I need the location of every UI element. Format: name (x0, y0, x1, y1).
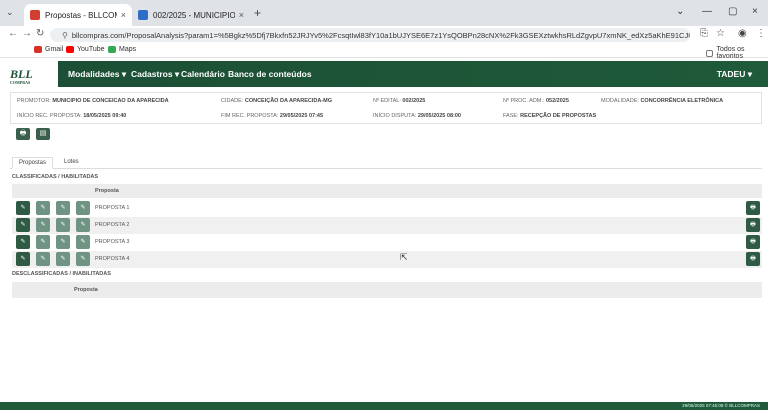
proposta-label: PROPOSTA 2 (95, 222, 130, 228)
edit-icon[interactable]: ✎ (76, 252, 90, 266)
tab-favicon (138, 10, 148, 20)
inicio-disputa-field: INÍCIO DISPUTA: 29/05/2025 08:00 (373, 113, 461, 119)
maximize-button[interactable]: ▢ (728, 6, 737, 17)
menu-banco-conteudos[interactable]: Banco de conteúdos (228, 69, 312, 79)
logo-subtext: COMPRAS (10, 80, 31, 85)
modalidade-field: MODALIDADE: CONCORRÊNCIA ELETRÔNICA (601, 98, 724, 104)
edit-icon[interactable]: ✎ (16, 201, 30, 215)
process-info-panel: PROMOTOR: MUNICIPIO DE CONCEICAO DA APAR… (10, 92, 762, 124)
print-icon[interactable]: 🖶 (746, 201, 760, 215)
menu-modalidades[interactable]: Modalidades ▾ (68, 69, 126, 80)
table-row: ✎ ✎ ✎ ✎ PROPOSTA 3 🖶 (12, 234, 762, 251)
user-menu[interactable]: TADEU ▾ (717, 69, 752, 80)
bookmark-maps[interactable]: Maps (108, 46, 136, 53)
fim-rec-field: FIM REC. PROPOSTA: 29/05/2025 07:45 (221, 113, 324, 119)
edit-icon[interactable]: ✎ (76, 218, 90, 232)
bookmark-youtube[interactable]: YouTube (66, 46, 105, 53)
tab-propostas[interactable]: Propostas (12, 157, 54, 169)
new-tab-button[interactable]: + (254, 6, 261, 20)
bookmark-label: YouTube (77, 46, 105, 53)
bookmark-star-icon[interactable]: ☆ (716, 28, 725, 39)
footer-bar: 29/05/2025 07:45:08 © BLLCOMPRAS (0, 402, 768, 410)
minimize-button[interactable]: — (702, 6, 712, 17)
window-close-button[interactable]: × (752, 6, 758, 17)
tab-close-icon[interactable]: × (121, 10, 126, 20)
bookmark-label: Maps (119, 46, 137, 53)
all-bookmarks[interactable]: Todos os favoritos (706, 46, 768, 60)
proposta-label: PROPOSTA 4 (95, 256, 130, 262)
site-info-icon[interactable]: ⚲ (62, 31, 68, 40)
tab-favicon (30, 10, 40, 20)
proposta-column-header: Proposta (95, 188, 119, 194)
edit-icon[interactable]: ✎ (16, 218, 30, 232)
back-button[interactable]: ← (8, 28, 18, 39)
profile-icon[interactable]: ◉ (738, 28, 747, 39)
print-icon[interactable]: 🖶 (746, 252, 760, 266)
forward-button[interactable]: → (22, 28, 32, 39)
bookmark-label: Gmail (45, 46, 64, 53)
fase-field: FASE: RECEPÇÃO DE PROPOSTAS (503, 113, 597, 119)
browser-tab-edital[interactable]: 002/2025 - MUNICIPIO DE CO × (132, 4, 250, 26)
table-row: ✎ ✎ ✎ ✎ PROPOSTA 4 🖶 (12, 251, 762, 268)
tab-title: 002/2025 - MUNICIPIO DE CO (153, 10, 235, 20)
youtube-icon (66, 46, 74, 53)
menu-cadastros[interactable]: Cadastros ▾ (131, 69, 179, 80)
address-bar-row: ← → ↻ ⚲ bllcompras.com/ProposalAnalysis?… (0, 26, 768, 44)
classificadas-title: CLASSIFICADAS / HABILITADAS (12, 174, 99, 180)
edital-field: Nº EDITAL: 002/2025 (373, 98, 426, 104)
promotor-field: PROMOTOR: MUNICIPIO DE CONCEICAO DA APAR… (17, 98, 169, 104)
edit-icon[interactable]: ✎ (36, 201, 50, 215)
proposta-label: PROPOSTA 3 (95, 239, 130, 245)
inicio-rec-field: INÍCIO REC. PROPOSTA: 18/05/2025 09:40 (17, 113, 127, 119)
maps-icon (108, 46, 116, 53)
edit-icon[interactable]: ✎ (36, 235, 50, 249)
print-icon[interactable]: 🖶 (746, 218, 760, 232)
browser-tab-propostas[interactable]: Propostas - BLLCOMPRAS × (24, 4, 132, 26)
desclassificadas-header: Proposta (12, 282, 762, 298)
site-navbar: BLL COMPRAS Modalidades ▾ Cadastros ▾ Ca… (0, 61, 768, 87)
tab-title: Propostas - BLLCOMPRAS (45, 10, 117, 20)
reload-button[interactable]: ↻ (36, 28, 44, 39)
mouse-cursor-icon: ⇱ (400, 252, 408, 262)
bll-logo[interactable]: BLL COMPRAS (10, 67, 33, 85)
subtabs: Propostas Lotes (10, 155, 762, 169)
logo-text: BLL (10, 67, 33, 81)
table-row: ✎ ✎ ✎ ✎ PROPOSTA 2 🖶 (12, 217, 762, 234)
edit-icon[interactable]: ✎ (56, 201, 70, 215)
folder-icon (706, 49, 714, 57)
menu-calendario[interactable]: Calendário (181, 69, 225, 79)
proc-field: Nº PROC. ADM.: 052/2025 (503, 98, 569, 104)
edit-icon[interactable]: ✎ (76, 235, 90, 249)
classificadas-header: Proposta (12, 184, 762, 198)
url-field[interactable]: ⚲ bllcompras.com/ProposalAnalysis?param1… (50, 28, 690, 42)
browser-menu-icon[interactable]: ⋮ (756, 28, 766, 39)
gmail-icon (34, 46, 42, 53)
desclassificadas-title: DESCLASSIFICADAS / INABILITADAS (12, 271, 111, 277)
edit-icon[interactable]: ✎ (56, 235, 70, 249)
edit-icon[interactable]: ✎ (56, 252, 70, 266)
print-button[interactable]: 🖶 (16, 128, 30, 140)
report-button[interactable]: ▤ (36, 128, 50, 140)
edit-icon[interactable]: ✎ (16, 235, 30, 249)
url-text: bllcompras.com/ProposalAnalysis?param1=%… (71, 30, 690, 40)
chevron-down-icon[interactable]: ⌄ (676, 6, 684, 17)
all-bookmarks-label: Todos os favoritos (716, 46, 745, 60)
table-row: ✎ ✎ ✎ ✎ PROPOSTA 1 🖶 (12, 200, 762, 217)
browser-tab-bar: ⌄ Propostas - BLLCOMPRAS × 002/2025 - MU… (0, 0, 768, 26)
edit-icon[interactable]: ✎ (36, 218, 50, 232)
translate-icon[interactable]: ⎘ (700, 28, 708, 39)
proposta-label: PROPOSTA 1 (95, 205, 130, 211)
tab-search-icon[interactable]: ⌄ (6, 7, 14, 18)
edit-icon[interactable]: ✎ (56, 218, 70, 232)
bookmark-gmail[interactable]: Gmail (34, 46, 63, 53)
edit-icon[interactable]: ✎ (36, 252, 50, 266)
bookmarks-bar: Gmail YouTube Maps Todos os favoritos (0, 44, 768, 60)
tab-close-icon[interactable]: × (239, 10, 244, 20)
edit-icon[interactable]: ✎ (16, 252, 30, 266)
print-icon[interactable]: 🖶 (746, 235, 760, 249)
cidade-field: CIDADE: CONCEIÇÃO DA APARECIDA-MG (221, 98, 333, 104)
edit-icon[interactable]: ✎ (76, 201, 90, 215)
proposta-column-header: Proposta (74, 287, 98, 293)
tab-lotes[interactable]: Lotes (58, 157, 85, 167)
